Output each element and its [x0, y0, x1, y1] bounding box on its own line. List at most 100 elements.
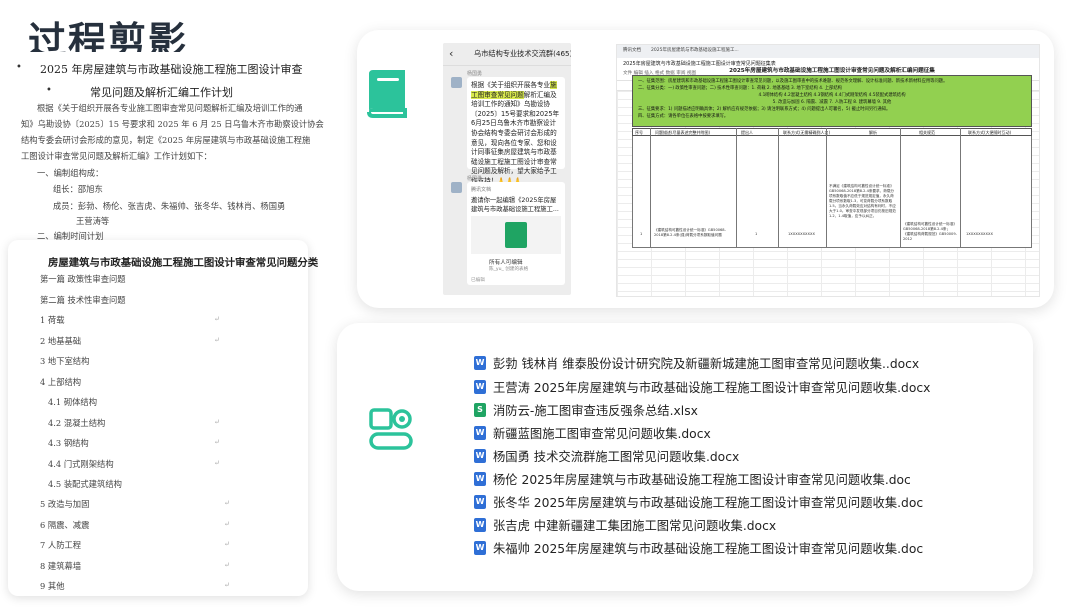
return-mark: ↵ — [214, 438, 220, 446]
return-mark: ↵ — [214, 459, 220, 467]
classification-document: 房屋建筑与市政基础设施工程施工图设计审查常见问题分类 第一篇 政策性审查问题 第… — [8, 240, 318, 596]
tab-sheet[interactable]: 2025年房屋建筑与市政基础设施工程施工... — [651, 47, 739, 53]
return-mark: ↵ — [214, 336, 220, 344]
class-row: 4.1 砌体结构 — [48, 397, 98, 407]
section-team: 一、编制组构成： — [37, 168, 104, 178]
class-row: 9 其他 — [40, 581, 65, 591]
file-name: 朱福帅 2025年房屋建筑与市政基础设施工程施工图设计审查常见问题收集.doc — [493, 542, 924, 556]
class-row: 4.4 门式刚架结构 — [48, 459, 114, 469]
plan-heading-line2: 常见问题及解析汇编工作计划 — [90, 86, 233, 99]
word-file-icon: W — [474, 356, 486, 370]
notice-line: 三、征集要求：1) 问题描述应明确具体；2) 解析应有规范依据；3) 请注明联系… — [638, 107, 891, 112]
share-creator: 陈_yu_ 创建的表格 — [489, 267, 529, 272]
return-mark: ↵ — [214, 418, 220, 426]
back-icon[interactable]: ‹ — [449, 47, 453, 60]
col-divider — [960, 128, 961, 248]
team-members-cont: 王营涛等 — [76, 216, 110, 226]
class-row: 4.3 钢结构 — [48, 438, 89, 448]
share-permission: 所有人可编辑 — [489, 260, 523, 266]
class-row: 2 地基基础 — [40, 336, 82, 346]
return-mark: ↵ — [224, 581, 230, 589]
sender-name: 杨国勇 — [467, 71, 483, 77]
word-file-icon: W — [474, 449, 486, 463]
file-item[interactable]: W 张冬华 2025年房屋建筑与市政基础设施工程施工图设计审查常见问题收集.doc — [474, 492, 923, 512]
cell-count: 1 — [755, 232, 758, 236]
return-mark: ↵ — [224, 540, 230, 548]
plan-para-line1: 根据《关于组织开展各专业施工图审查常见问题解析汇编及培训工作的通 — [37, 103, 303, 113]
class-row: 6 隔震、减震 — [40, 520, 90, 530]
chat-group-name: 乌市结构专业技术交流群(465) — [474, 49, 571, 58]
file-name: 王营涛 2025年房屋建筑与市政基础设施工程施工图设计审查常见问题收集.docx — [493, 381, 931, 395]
notice-line: 5. 改造与加固 6. 隔震、减震 7. 人防工程 8. 建筑幕墙 9. 其他 — [772, 100, 892, 105]
col-divider — [778, 128, 779, 248]
word-file-icon: W — [474, 472, 486, 486]
file-item[interactable]: W 张吉虎 中建新疆建工集团施工图常见问题收集.docx — [474, 515, 776, 535]
plan-para-line2: 知》乌勘设协〔2025〕15 号要求和 2025 年 6 月 25 日乌鲁木齐市… — [21, 119, 324, 129]
file-item[interactable]: W 王营涛 2025年房屋建筑与市政基础设施工程施工图设计审查常见问题收集.doc… — [474, 377, 930, 397]
share-source: 腾讯文档 — [471, 187, 492, 193]
word-file-icon: W — [474, 426, 486, 440]
cell-reference: 《建筑结构可靠性设计统一标准》GB50068-2018第8.2.4条；《建筑结构… — [903, 222, 957, 241]
file-item[interactable]: W 彭勃 钱林肖 维泰股份设计研究院及新疆新城建施工图审查常见问题收集..docx — [474, 353, 919, 373]
class-row: 4.2 混凝土结构 — [48, 418, 106, 428]
return-mark: ↵ — [224, 561, 230, 569]
return-mark: ↵ — [224, 499, 230, 507]
class-row: 8 建筑幕墙 — [40, 561, 82, 571]
bullet: • — [16, 62, 22, 73]
file-item[interactable]: W 新疆蓝图施工图审查常见问题收集.docx — [474, 423, 711, 443]
collection-notice: 一、征集范围：房屋建筑和市政基础设施工程施工图设计审查常见问题，以及施工图审查中… — [632, 75, 1032, 127]
cell-issue: 《建筑结构可靠性设计统一标准》GB50068-2018第8.2.4条(强)荷载分… — [654, 228, 726, 237]
team-leader: 组长：邵旭东 — [53, 184, 103, 194]
return-mark: ↵ — [224, 520, 230, 528]
class-row: 7 人防工程 — [40, 540, 82, 550]
class-row: 3 地下室结构 — [40, 356, 90, 366]
notice-line: 4.1砌体结构 4.2混凝土结构 4.3钢结构 4.4门式刚架结构 4.5装配式… — [758, 93, 906, 98]
message-text: 根据《关于组织开展各专业 — [471, 81, 551, 89]
file-name: 杨伦 2025年房屋建筑与市政基础设施工程施工图设计审查常见问题收集.doc — [493, 473, 911, 487]
share-title: 邀请你一起编辑《2025年房屋建筑与市政基础设施工程施工... — [471, 197, 559, 213]
cell-answer: 不满足《建筑结构可靠性设计统一标准》GB50068-2018第8.2.4条要求，… — [829, 184, 896, 218]
sender-name: 杨国勇 — [467, 176, 483, 182]
word-file-icon: W — [474, 380, 486, 394]
chat-screenshot: ‹ 乌市结构专业技术交流群(465) 杨国勇 根据《关于组织开展各专业施工图审查… — [443, 43, 571, 295]
message-text-rest: 解析汇编及培训工作的通知》乌勘设协〔2025〕15号要求和2025年6月25日乌… — [471, 90, 560, 185]
chat-header: ‹ 乌市结构专业技术交流群(465) — [443, 43, 571, 66]
chat-message-bubble: 根据《关于组织开展各专业施工图审查常见问题解析汇编及培训工作的通知》乌勘设协〔2… — [467, 77, 565, 185]
file-name: 消防云-施工图审查违反强条总结.xlsx — [493, 404, 698, 418]
avatar — [451, 77, 462, 88]
avatar — [451, 182, 462, 193]
classification-heading: 房屋建筑与市政基础设施工程施工图设计审查常见问题分类 — [48, 257, 319, 269]
col-divider — [736, 128, 737, 248]
file-name: 彭勃 钱林肖 维泰股份设计研究院及新疆新城建施工图审查常见问题收集..docx — [493, 357, 920, 371]
team-members: 成员：彭勃、杨伦、张吉虎、朱福帅、张冬华、钱林肖、杨国勇 — [53, 201, 286, 211]
share-status: 已编辑 — [471, 278, 485, 283]
file-name: 杨国勇 技术交流群施工图常见问题收集.docx — [493, 450, 740, 464]
browser-tabs: 腾讯文档 2025年房屋建筑与市政基础设施工程施工... — [617, 45, 1039, 58]
class-row: 5 改造与加固 — [40, 499, 90, 509]
notice-line: 二、征集分类：一) 政策性审查问题；二) 技术性审查问题：1. 荷载 2. 地基… — [638, 86, 842, 91]
file-item[interactable]: W 朱福帅 2025年房屋建筑与市政基础设施工程施工图设计审查常见问题收集.doc — [474, 538, 923, 558]
cell-phone: 1XXXXXXXXXX — [788, 232, 815, 236]
col-divider — [900, 128, 901, 248]
word-file-icon: W — [474, 495, 486, 509]
sheet-header-row: 序号 问题描述(尽量表述完整并附图) 提出人 联系方式(无需精确到人名) 解析 … — [632, 128, 1032, 136]
file-item[interactable]: W 杨国勇 技术交流群施工图常见问题收集.docx — [474, 446, 739, 466]
word-file-icon: W — [474, 518, 486, 532]
file-name: 张吉虎 中建新疆建工集团施工图常见问题收集.docx — [493, 519, 777, 533]
shared-doc-card[interactable]: 腾讯文档 邀请你一起编辑《2025年房屋建筑与市政基础设施工程施工... 所有人… — [467, 182, 565, 285]
file-item[interactable]: W 杨伦 2025年房屋建筑与市政基础设施工程施工图设计审查常见问题收集.doc — [474, 469, 911, 489]
file-name: 新疆蓝图施工图审查常见问题收集.docx — [493, 427, 711, 441]
tab-docs[interactable]: 腾讯文档 — [623, 47, 641, 53]
class-row: 1 荷载 — [40, 315, 65, 325]
plan-para-line4: 工图设计审查常见问题及解析汇编》工作计划如下： — [21, 151, 212, 161]
plan-para-line3: 结构专委会研讨会形成的意见，制定《2025 年房屋建筑与市政基础设施工程施 — [21, 135, 311, 145]
book-icon — [367, 70, 407, 118]
plan-heading-line1: 2025 年房屋建筑与市政基础设施工程施工图设计审查 — [40, 63, 303, 76]
class-row: 4 上部结构 — [40, 377, 82, 387]
bullet: • — [46, 85, 52, 96]
file-item[interactable]: S 消防云-施工图审查违反强条总结.xlsx — [474, 400, 698, 420]
word-file-icon: W — [474, 541, 486, 555]
class-row: 第一篇 政策性审查问题 — [40, 274, 126, 284]
excel-file-icon: S — [474, 403, 486, 417]
return-mark: ↵ — [214, 315, 220, 323]
